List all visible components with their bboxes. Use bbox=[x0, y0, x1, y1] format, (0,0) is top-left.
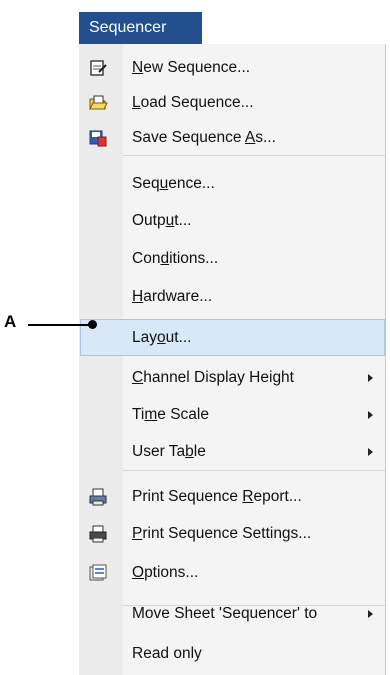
submenu-arrow-icon bbox=[368, 411, 373, 419]
menu-item-user-table[interactable]: User Table bbox=[80, 434, 385, 470]
submenu-arrow-icon bbox=[368, 448, 373, 456]
menu-item-label: Conditions... bbox=[132, 250, 219, 267]
menu-item-label: Time Scale bbox=[132, 406, 209, 423]
menu-item-sequence[interactable]: Sequence... bbox=[80, 166, 385, 202]
menu-item-layout[interactable]: Layout... bbox=[80, 319, 385, 356]
new-sequence-icon bbox=[90, 60, 107, 76]
menu-item-label: Read only bbox=[132, 645, 202, 662]
print-settings-icon bbox=[89, 525, 107, 543]
menu-item-conditions[interactable]: Conditions... bbox=[80, 241, 385, 277]
callout-dot bbox=[88, 320, 97, 329]
menu-separator bbox=[123, 470, 385, 471]
menu-item-label: Layout... bbox=[132, 329, 192, 346]
options-icon bbox=[89, 564, 107, 581]
menu-item-save-sequence-as[interactable]: Save Sequence As... bbox=[80, 120, 385, 156]
menu-item-output[interactable]: Output... bbox=[80, 203, 385, 239]
menu-item-label: Print Sequence Settings... bbox=[132, 525, 312, 542]
menu-item-move-sheet[interactable]: Move Sheet 'Sequencer' to bbox=[80, 596, 385, 632]
menu-item-label: New Sequence... bbox=[132, 59, 251, 76]
menu-item-print-sequence-report[interactable]: Print Sequence Report... bbox=[80, 479, 385, 515]
submenu-arrow-icon bbox=[368, 610, 373, 618]
menu-item-label: Save Sequence As... bbox=[132, 129, 276, 146]
menu-item-hardware[interactable]: Hardware... bbox=[80, 279, 385, 315]
menu-item-label: Hardware... bbox=[132, 288, 213, 305]
menu-item-print-sequence-settings[interactable]: Print Sequence Settings... bbox=[80, 516, 385, 552]
menu-title[interactable]: Sequencer bbox=[79, 12, 202, 44]
menu-item-label: Print Sequence Report... bbox=[132, 488, 302, 505]
menu-item-label: Load Sequence... bbox=[132, 94, 254, 111]
menu-item-read-only[interactable]: Read only bbox=[80, 636, 385, 672]
menu-item-channel-display-height[interactable]: Channel Display Height bbox=[80, 360, 385, 396]
callout-line bbox=[28, 324, 92, 326]
menu-item-time-scale[interactable]: Time Scale bbox=[80, 397, 385, 433]
menu-item-label: Sequence... bbox=[132, 175, 215, 192]
menu-item-options[interactable]: Options... bbox=[80, 555, 385, 591]
menu-item-label: Output... bbox=[132, 212, 192, 229]
callout-label: A bbox=[4, 312, 17, 331]
submenu-arrow-icon bbox=[368, 374, 373, 382]
menu-item-label: User Table bbox=[132, 443, 206, 460]
print-report-icon bbox=[89, 488, 107, 506]
menu-item-load-sequence[interactable]: Load Sequence... bbox=[80, 85, 385, 121]
save-sequence-icon bbox=[89, 130, 107, 147]
menu-item-label: Channel Display Height bbox=[132, 369, 294, 386]
menu-item-label: Options... bbox=[132, 564, 199, 581]
menu-item-label: Move Sheet 'Sequencer' to bbox=[132, 605, 318, 622]
load-sequence-icon bbox=[89, 95, 108, 110]
menu-item-new-sequence[interactable]: New Sequence... bbox=[80, 50, 385, 86]
